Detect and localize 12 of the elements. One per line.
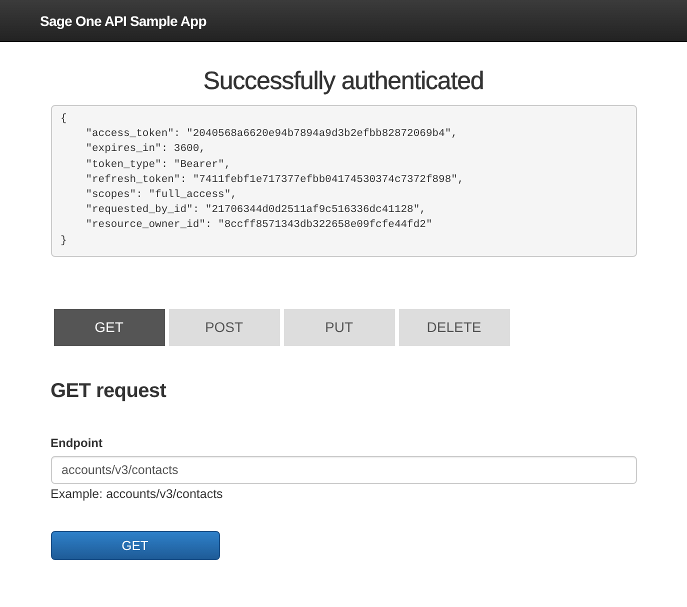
method-tab[interactable]: GET [54,308,164,346]
token-response-code: { "access_token": "2040568a6620e94b7894a9d3b2efbb82872069b4", "expires_in": 3600, "token_type": "Bearer", "refresh_token": "7411febf1e717377efbb04174530374c7372f898", "scopes": "full_access", "requested_by_id": "21706344d0d2511af9c516336dc41128", "resource_owner_id": "8ccff8571343db322658e09fcfe44fd2" } [50,105,636,257]
submit-button[interactable]: GET [50,530,220,560]
endpoint-label: Endpoint [50,434,102,451]
request-heading: GET request [50,378,166,403]
endpoint-input[interactable]: accounts/v3/contacts [50,456,636,484]
method-tab[interactable]: POST [168,308,280,346]
method-tab[interactable]: PUT [284,308,394,346]
app-brand-link[interactable]: Sage One API Sample App [40,12,206,28]
method-tab[interactable]: DELETE [398,308,510,346]
endpoint-help-text: Example: accounts/v3/contacts [50,486,223,503]
page-title: Successfully authenticated [203,66,484,96]
